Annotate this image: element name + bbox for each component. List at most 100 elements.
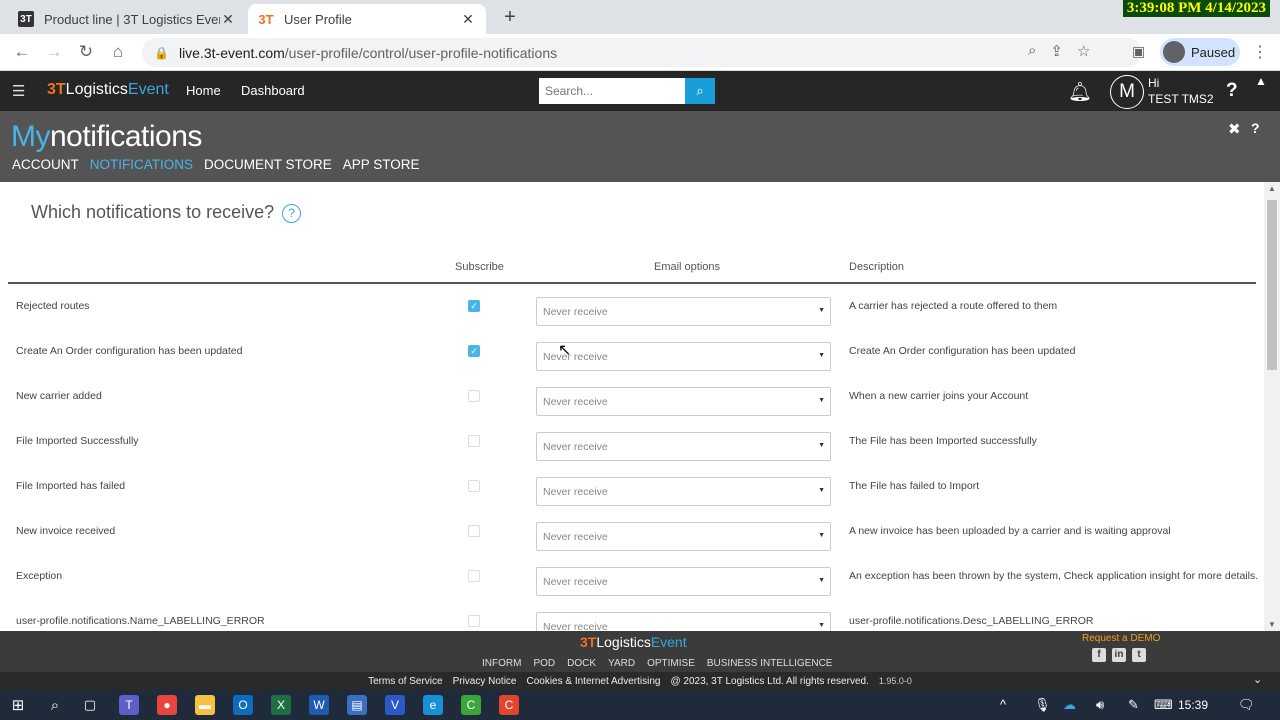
notifications-bell-icon[interactable]: 🔔︎ xyxy=(1068,80,1092,104)
email-options-select[interactable]: Never receive ▼ xyxy=(536,387,831,416)
task-view-icon[interactable]: ▢ xyxy=(80,695,100,715)
browser-tab-product-line[interactable]: 3T Product line | 3T Logistics Event | ✕ xyxy=(8,4,246,34)
onedrive-icon[interactable]: ☁ xyxy=(1063,697,1076,713)
close-tab-icon[interactable]: ✕ xyxy=(460,11,476,28)
paint-icon[interactable]: ▤ xyxy=(347,695,367,715)
question-help-icon[interactable]: ? xyxy=(282,204,302,223)
collapse-footer-icon[interactable]: ⌄ xyxy=(1253,673,1262,686)
volume-icon[interactable]: 🔊︎ xyxy=(1096,697,1104,713)
user-greeting[interactable]: Hi TEST TMS2 xyxy=(1148,75,1214,107)
back-icon[interactable]: ← xyxy=(12,42,32,62)
email-options-select[interactable]: Never receive ▼ xyxy=(536,342,831,371)
microphone-icon[interactable]: 🎙︎ xyxy=(1034,697,1051,713)
header-help-icon[interactable]: ? xyxy=(1226,80,1238,102)
side-panel-icon[interactable]: ▣ xyxy=(1132,43,1145,60)
content-scrollbar[interactable]: ▲ ▼ xyxy=(1264,182,1280,631)
email-options-select[interactable]: Never receive ▼ xyxy=(536,522,831,551)
browser-tab-user-profile[interactable]: 3T User Profile ✕ xyxy=(248,4,486,34)
close-page-icon[interactable]: ✖ xyxy=(1228,120,1241,138)
zoom-icon[interactable]: ⌕ xyxy=(1028,42,1036,60)
collapse-header-icon[interactable]: ▲ xyxy=(1255,74,1267,88)
footer-nav-optimise[interactable]: OPTIMISE xyxy=(647,658,695,669)
show-hidden-icons[interactable]: ^ xyxy=(1000,697,1006,712)
taskbar-clock[interactable]: 15:39 xyxy=(1178,698,1208,712)
subscribe-checkbox[interactable] xyxy=(468,615,480,627)
nav-dashboard[interactable]: Dashboard xyxy=(241,83,305,98)
windows-start-icon[interactable]: ⊞ xyxy=(8,695,28,715)
teams-icon[interactable]: T xyxy=(119,695,139,715)
twitter-icon[interactable]: t xyxy=(1132,648,1146,662)
email-options-select[interactable]: Never receive ▼ xyxy=(536,477,831,506)
email-options-select[interactable]: Never receive ▼ xyxy=(536,432,831,461)
search-button[interactable]: ⌕ xyxy=(685,78,715,104)
subscribe-checkbox[interactable] xyxy=(468,390,480,402)
request-demo-link[interactable]: Request a DEMO xyxy=(1082,633,1160,644)
pen-icon[interactable]: ✎ xyxy=(1128,697,1139,713)
footer-logo: 3TLogisticsEvent xyxy=(580,634,687,650)
cookies-link[interactable]: Cookies & Internet Advertising xyxy=(526,676,660,687)
user-avatar[interactable]: M xyxy=(1110,75,1144,109)
outlook-icon[interactable]: O xyxy=(233,695,253,715)
excel-icon[interactable]: X xyxy=(271,695,291,715)
table-row: Create An Order configuration has been u… xyxy=(0,333,1264,378)
scrollbar-thumb[interactable] xyxy=(1267,200,1277,370)
subnav-app-store[interactable]: APP STORE xyxy=(343,157,420,172)
subscribe-checkbox[interactable]: ✓ xyxy=(468,300,480,312)
app-logo[interactable]: 3TLogisticsEvent xyxy=(47,81,169,99)
subnav-account[interactable]: ACCOUNT xyxy=(12,157,79,172)
hamburger-menu-icon[interactable]: ☰ xyxy=(12,82,25,100)
page-help-icon[interactable]: ? xyxy=(1251,120,1260,136)
chevron-down-icon: ▼ xyxy=(818,532,825,539)
page-title: Mynotifications xyxy=(11,120,202,153)
keyboard-icon[interactable]: ⌨ xyxy=(1154,697,1173,713)
notification-center-icon[interactable]: 🗨︎ xyxy=(1238,697,1255,713)
footer-nav-yard[interactable]: YARD xyxy=(608,658,635,669)
footer-nav-pod[interactable]: POD xyxy=(533,658,555,669)
profile-button[interactable]: Paused xyxy=(1160,38,1240,66)
subscribe-checkbox[interactable] xyxy=(468,570,480,582)
word-icon[interactable]: W xyxy=(309,695,329,715)
tab-title: Product line | 3T Logistics Event | xyxy=(44,11,220,27)
nav-home[interactable]: Home xyxy=(186,83,221,98)
subscribe-checkbox[interactable] xyxy=(468,525,480,537)
forward-icon[interactable]: → xyxy=(44,42,64,62)
edge-icon[interactable]: e xyxy=(423,695,443,715)
profile-avatar-icon xyxy=(1163,41,1185,63)
reload-icon[interactable]: ↻ xyxy=(76,42,96,62)
chrome-icon[interactable]: ● xyxy=(157,695,177,715)
search-icon[interactable]: ⌕ xyxy=(45,695,65,715)
subscribe-checkbox[interactable]: ✓ xyxy=(468,345,480,357)
subscribe-checkbox[interactable] xyxy=(468,480,480,492)
camtasia-icon[interactable]: C xyxy=(461,695,481,715)
email-options-select[interactable]: Never receive ▼ xyxy=(536,612,831,631)
file-explorer-icon[interactable]: ▬ xyxy=(195,695,215,715)
bookmark-star-icon[interactable]: ☆ xyxy=(1077,42,1090,60)
scroll-down-icon[interactable]: ▼ xyxy=(1268,620,1276,629)
footer-nav-dock[interactable]: DOCK xyxy=(567,658,596,669)
col-header-subscribe: Subscribe xyxy=(455,261,504,273)
privacy-link[interactable]: Privacy Notice xyxy=(453,676,517,687)
share-icon[interactable]: ⇪ xyxy=(1050,42,1063,60)
new-tab-icon[interactable]: + xyxy=(498,6,522,29)
url-bar[interactable]: 🔒 live.3t-event.com/user-profile/control… xyxy=(142,38,1142,67)
facebook-icon[interactable]: f xyxy=(1092,648,1106,662)
footer-nav-business-intelligence[interactable]: BUSINESS INTELLIGENCE xyxy=(707,658,833,669)
home-icon[interactable]: ⌂ xyxy=(108,42,128,62)
linkedin-icon[interactable]: in xyxy=(1112,648,1126,662)
footer-nav-inform[interactable]: INFORM xyxy=(482,658,521,669)
recorder-icon[interactable]: C xyxy=(499,695,519,715)
subscribe-checkbox[interactable] xyxy=(468,435,480,447)
notification-name: File Imported has failed xyxy=(16,480,126,492)
close-tab-icon[interactable]: ✕ xyxy=(220,11,236,28)
email-options-select[interactable]: Never receive ▼ xyxy=(536,567,831,596)
subnav-notifications[interactable]: NOTIFICATIONS xyxy=(90,157,193,172)
url-host: live.3t-event.com xyxy=(178,44,285,61)
terms-link[interactable]: Terms of Service xyxy=(368,676,442,687)
search-input[interactable] xyxy=(539,78,685,104)
scroll-up-icon[interactable]: ▲ xyxy=(1268,184,1276,193)
visio-icon[interactable]: V xyxy=(385,695,405,715)
browser-menu-icon[interactable]: ⋮ xyxy=(1252,42,1268,62)
notification-description: The File has failed to Import xyxy=(849,480,980,492)
subnav-document-store[interactable]: DOCUMENT STORE xyxy=(204,157,332,172)
email-options-select[interactable]: Never receive ▼ xyxy=(536,297,831,326)
